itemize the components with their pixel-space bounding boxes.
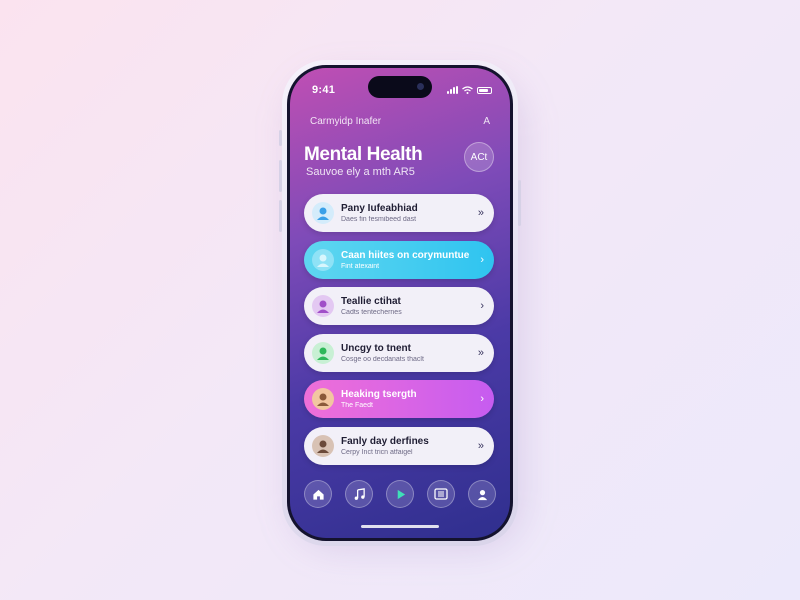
battery-icon (477, 86, 492, 94)
nav-home[interactable] (304, 480, 332, 508)
card-subtitle: Daes fin fesmibeed dast (341, 216, 417, 223)
list-item[interactable]: Fanly day derfines Cerpy Inct tricn atfa… (304, 426, 494, 465)
status-time: 9:41 (312, 84, 336, 96)
status-bar: 9:41 (312, 82, 492, 98)
volume-down-button (279, 200, 282, 232)
mute-switch (279, 130, 282, 146)
double-chevron-right-icon: » (477, 439, 484, 452)
user-icon (477, 489, 487, 500)
avatar (312, 248, 334, 271)
nav-profile[interactable] (468, 480, 496, 508)
card-title: Fanly day derfines (341, 435, 429, 447)
grid-icon (434, 488, 448, 500)
avatar (312, 202, 334, 224)
card-text: Uncgy to tnent Cosge oo decdanats thaclt (341, 343, 478, 363)
list-item[interactable]: Uncgy to tnent Cosge oo decdanats thaclt… (304, 333, 494, 372)
app-name-label: Carmyidp Inafer (310, 116, 382, 127)
card-subtitle: Fint atexaint (341, 262, 380, 270)
person-icon (317, 347, 329, 360)
card-subtitle: Cerpy Inct tricn atfaigel (341, 448, 413, 456)
nav-music[interactable] (345, 480, 373, 508)
card-list: Pany Iufeabhiad Daes fin fesmibeed dast … (304, 194, 494, 473)
home-icon (312, 489, 324, 500)
card-subtitle: The Faedt (341, 402, 373, 409)
nav-play[interactable] (386, 480, 414, 508)
chevron-right-icon: › (480, 253, 484, 266)
play-icon (397, 489, 405, 499)
card-text: Pany Iufeabhiad Daes fin fesmibeed dast (341, 203, 478, 223)
card-title: Teallie ctihat (341, 296, 401, 307)
list-item[interactable]: Pany Iufeabhiad Daes fin fesmibeed dast … (304, 194, 494, 232)
chevron-right-icon: › (480, 300, 484, 312)
avatar (312, 388, 334, 410)
person-icon (317, 254, 329, 267)
chevron-right-icon: › (480, 393, 484, 405)
app-header-row: Carmyidp Inafer A (310, 116, 490, 127)
avatar (312, 295, 334, 317)
card-subtitle: Cadts tentechernes (341, 309, 402, 316)
person-icon (317, 300, 329, 313)
person-icon (317, 440, 329, 453)
status-icons (447, 86, 492, 94)
card-title: Caan hiites on corymuntue (341, 249, 470, 261)
music-note-icon (354, 487, 365, 500)
card-text: Heaking tsergth The Faedt (341, 389, 480, 409)
card-subtitle: Cosge oo decdanats thaclt (341, 355, 424, 363)
home-indicator[interactable] (361, 525, 439, 528)
phone-frame: 9:41 Carmyidp Inafer A Mental Health Sau… (279, 60, 521, 546)
card-title: Uncgy to tnent (341, 342, 411, 354)
app-display: 9:41 Carmyidp Inafer A Mental Health Sau… (290, 68, 510, 538)
list-item[interactable]: Caan hiites on corymuntue Fint atexaint … (304, 240, 494, 279)
person-icon (317, 393, 329, 406)
app-header-right-label[interactable]: A (483, 116, 490, 127)
phone-screen: 9:41 Carmyidp Inafer A Mental Health Sau… (287, 65, 513, 541)
wifi-icon (462, 86, 473, 94)
card-title: Heaking tsergth (341, 389, 417, 400)
bottom-nav (304, 480, 496, 508)
card-text: Caan hiites on corymuntue Fint atexaint (341, 250, 480, 270)
double-chevron-right-icon: » (477, 346, 484, 359)
avatar (312, 341, 334, 364)
person-icon (317, 207, 329, 220)
page-subtitle: Sauvoe ely a mth AR5 (306, 166, 415, 178)
list-item[interactable]: Heaking tsergth The Faedt › (304, 380, 494, 418)
nav-media[interactable] (427, 480, 455, 508)
volume-up-button (279, 160, 282, 192)
card-title: Pany Iufeabhiad (341, 203, 418, 214)
power-button (518, 180, 521, 226)
card-text: Fanly day derfines Cerpy Inct tricn atfa… (341, 436, 478, 456)
avatar (312, 434, 334, 457)
signal-icon (447, 86, 458, 94)
card-text: Teallie ctihat Cadts tentechernes (341, 296, 480, 316)
list-item[interactable]: Teallie ctihat Cadts tentechernes › (304, 287, 494, 325)
action-button[interactable]: ACt (464, 142, 494, 172)
double-chevron-right-icon: » (477, 207, 484, 219)
page-title: Mental Health (304, 144, 423, 165)
